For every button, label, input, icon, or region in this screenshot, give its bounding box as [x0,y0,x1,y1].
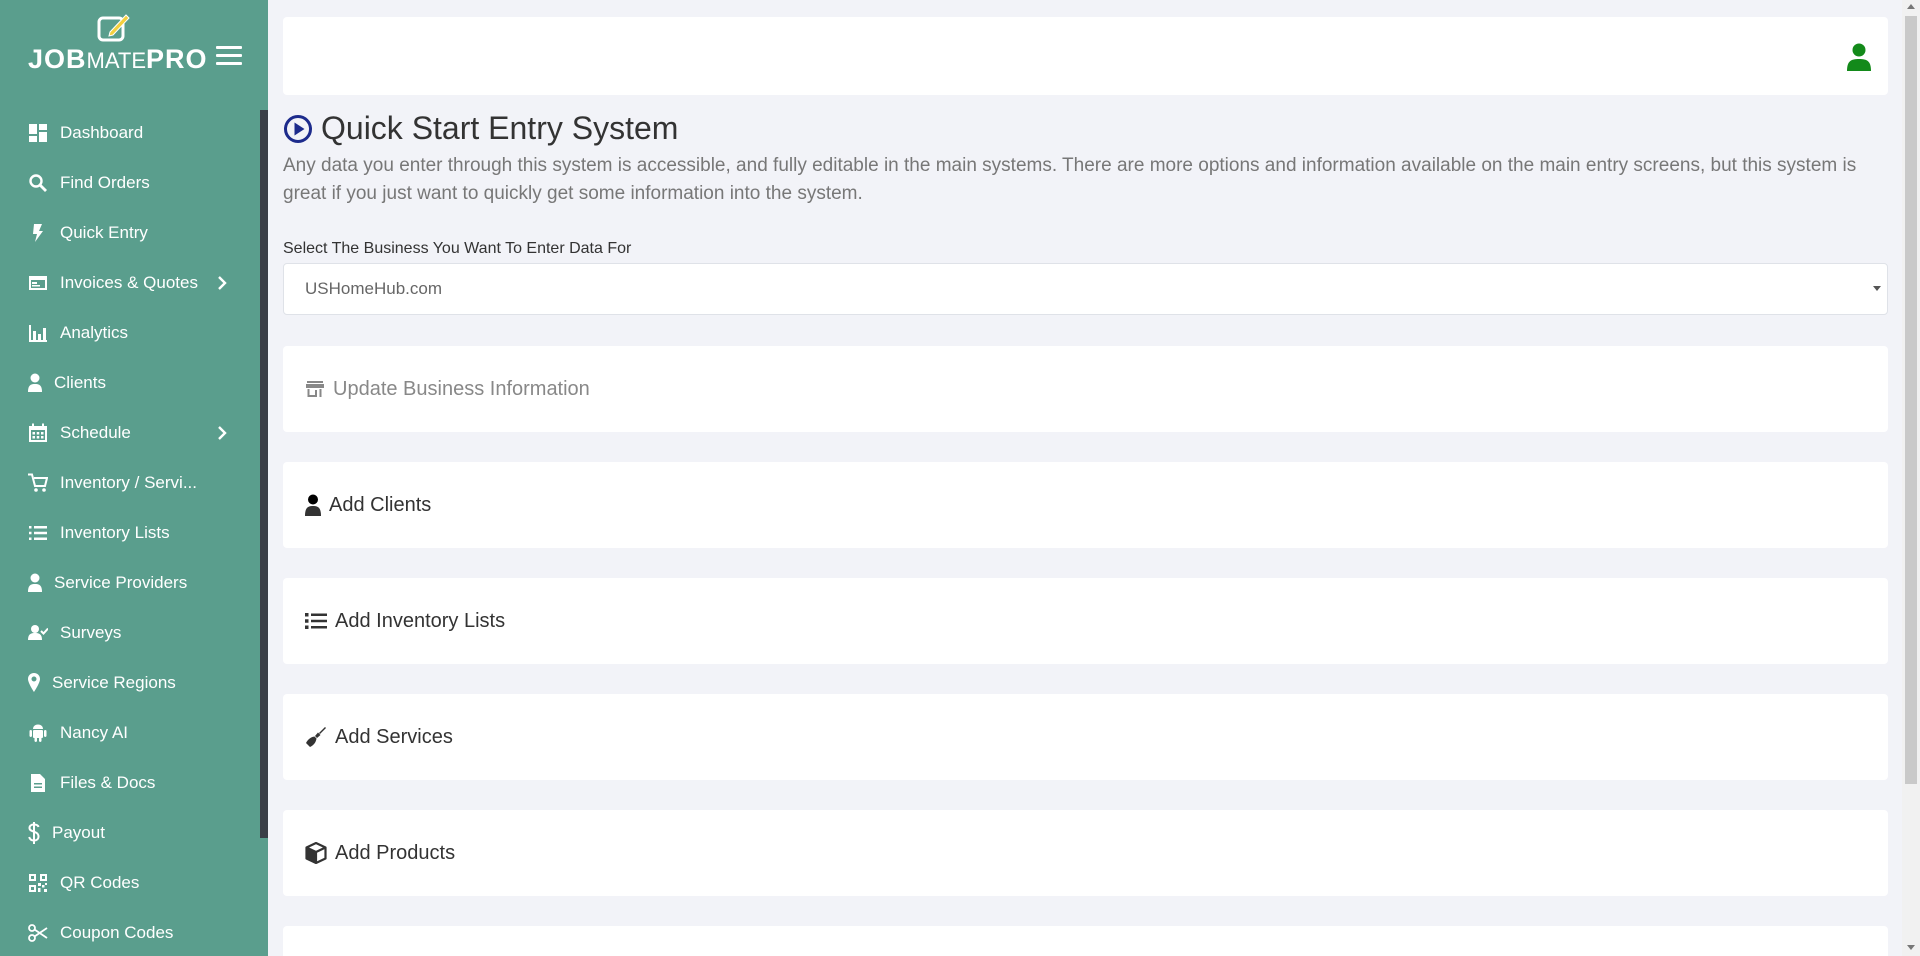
chevron-right-icon[interactable] [214,425,230,441]
sidebar-item-service-regions[interactable]: Service Regions [0,658,260,708]
survey-icon [28,623,48,643]
broom-icon [305,726,327,748]
logo-mate: MATE [86,48,147,73]
dollar-icon [28,822,40,844]
sidebar-item-clients[interactable]: Clients [0,358,260,408]
sidebar-item-quick-entry[interactable]: Quick Entry [0,208,260,258]
card-label: Update Business Information [333,377,590,400]
sidebar-item-schedule[interactable]: Schedule [0,408,260,458]
bar-chart-icon [28,323,48,343]
add-clients-card[interactable]: Add Clients [283,462,1888,548]
play-circle-icon [284,114,312,143]
card-label: Add Clients [329,493,432,516]
file-icon [28,773,48,793]
edit-badge-icon [97,14,130,42]
sidebar-item-label: Coupon Codes [60,923,174,942]
sidebar-item-label: Service Providers [54,573,188,592]
page-title: Quick Start Entry System [283,110,678,147]
list-icon [28,523,48,543]
sidebar-item-label: Schedule [60,423,131,442]
sidebar-item-dashboard[interactable]: Dashboard [0,108,260,158]
sidebar: JOBMATEPRO Dashboard Find Orders Quick E… [0,0,268,956]
sidebar-item-label: Nancy AI [60,723,129,742]
menu-toggle-icon[interactable] [216,46,242,66]
sidebar-item-label: Clients [54,373,106,392]
sidebar-item-label: Service Regions [52,673,176,692]
scroll-down-icon[interactable] [1907,945,1915,950]
bolt-icon [28,223,48,243]
page-title-text: Quick Start Entry System [321,110,679,146]
sidebar-item-invoices-quotes[interactable]: Invoices & Quotes [0,258,260,308]
sidebar-item-inventory-lists[interactable]: Inventory Lists [0,508,260,558]
page-description: Any data you enter through this system i… [283,155,1857,204]
app-logo[interactable]: JOBMATEPRO [28,10,208,74]
add-inventory-lists-card[interactable]: Add Inventory Lists [283,578,1888,664]
sidebar-item-find-orders[interactable]: Find Orders [0,158,260,208]
update-business-information-card[interactable]: Update Business Information [283,346,1888,432]
user-account-icon[interactable] [1846,43,1872,71]
android-icon [28,723,48,743]
sidebar-scrollbar[interactable] [260,110,268,838]
sidebar-item-surveys[interactable]: Surveys [0,608,260,658]
invoice-icon [28,273,48,293]
business-select-label: Select The Business You Want To Enter Da… [283,240,632,257]
add-services-card[interactable]: Add Services [283,694,1888,780]
business-select[interactable]: USHomeHub.com [283,263,1888,315]
sidebar-item-inventory-services[interactable]: Inventory / Servi... [0,458,260,508]
sidebar-item-label: Quick Entry [60,223,148,242]
scissors-icon [28,923,48,943]
caret-down-icon [1873,286,1881,291]
page-scrollbar-thumb[interactable] [1905,16,1917,784]
sidebar-item-label: Invoices & Quotes [60,273,198,292]
sidebar-item-label: Files & Docs [60,773,156,792]
next-card[interactable] [283,926,1888,956]
top-bar [283,17,1888,95]
logo-wordmark: JOBMATEPRO [28,44,208,75]
logo-pro: PRO [146,44,208,74]
sidebar-item-label: Analytics [60,323,129,342]
cart-icon [28,473,48,493]
sidebar-item-files-docs[interactable]: Files & Docs [0,758,260,808]
sidebar-item-qr-codes[interactable]: QR Codes [0,858,260,908]
sidebar-item-payout[interactable]: Payout [0,808,260,858]
user-icon [28,373,42,393]
card-label: Add Services [335,725,453,748]
sidebar-item-label: Payout [52,823,105,842]
sidebar-item-coupon-codes[interactable]: Coupon Codes [0,908,260,956]
sidebar-item-label: Surveys [60,623,122,642]
chevron-right-icon[interactable] [214,275,230,291]
dashboard-icon [28,123,48,143]
sidebar-item-service-providers[interactable]: Service Providers [0,558,260,608]
map-pin-icon [28,673,40,693]
user-icon [305,494,321,516]
sidebar-item-label: Inventory / Servi... [60,473,197,492]
user-icon [28,573,42,593]
scroll-up-icon[interactable] [1907,4,1915,9]
qr-icon [28,873,48,893]
search-icon [28,173,48,193]
logo-job: JOB [28,44,87,74]
card-label: Add Products [335,841,456,864]
sidebar-item-label: QR Codes [60,873,140,892]
sidebar-item-label: Find Orders [60,173,150,192]
store-icon [305,378,325,400]
add-products-card[interactable]: Add Products [283,810,1888,896]
sidebar-item-label: Inventory Lists [60,523,170,542]
sidebar-item-nancy-ai[interactable]: Nancy AI [0,708,260,758]
business-select-value: USHomeHub.com [305,279,442,298]
list-icon [305,610,327,632]
card-label: Add Inventory Lists [335,609,506,632]
calendar-icon [28,423,48,443]
box-icon [305,842,327,864]
sidebar-item-analytics[interactable]: Analytics [0,308,260,358]
sidebar-item-label: Dashboard [60,123,144,142]
sidebar-nav: Dashboard Find Orders Quick Entry Invoic… [0,108,260,956]
